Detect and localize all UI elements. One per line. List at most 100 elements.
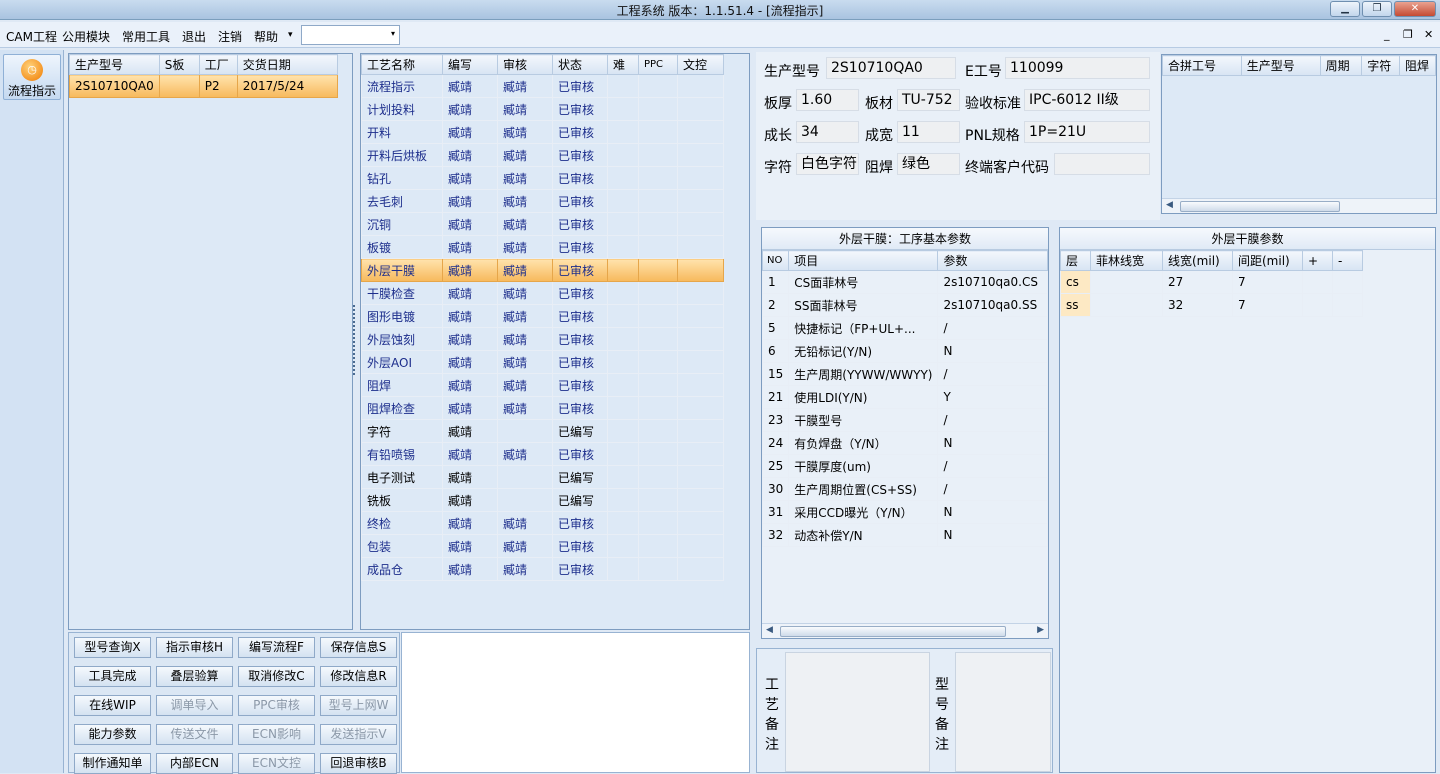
col-film-linewidth[interactable]: 菲林线宽 (1090, 250, 1163, 271)
table-row[interactable]: 6 无铅标记(Y/N) N (761, 339, 1048, 363)
toolbar-button-11[interactable]: 型号上网W (320, 695, 397, 716)
toolbar-button-18[interactable]: ECN文控 (238, 753, 315, 774)
e-number-field[interactable]: 110099 (1005, 57, 1150, 79)
table-row[interactable]: 去毛刺 臧靖 臧靖 已审核 (361, 189, 724, 213)
table-row[interactable]: 外层AOI 臧靖 臧靖 已审核 (361, 350, 724, 374)
table-row[interactable]: cs 27 7 (1060, 270, 1363, 294)
table-row[interactable]: 有铅喷锡 臧靖 臧靖 已审核 (361, 442, 724, 466)
table-row[interactable]: 干膜检查 臧靖 臧靖 已审核 (361, 281, 724, 305)
table-row[interactable]: 2S10710QA0 P2 2017/5/24 (69, 74, 338, 98)
toolbar-button-7[interactable]: 修改信息R (320, 666, 397, 687)
table-row[interactable]: 5 快捷标记（FP+UL+... / (761, 316, 1048, 340)
table-row[interactable]: 铣板 臧靖 已编写 (361, 488, 724, 512)
character-field[interactable]: 白色字符 (796, 153, 859, 175)
toolbar-button-4[interactable]: 工具完成 (74, 666, 151, 687)
toolbar-button-16[interactable]: 制作通知单 (74, 753, 151, 774)
table-row[interactable]: 板镀 臧靖 臧靖 已审核 (361, 235, 724, 259)
menu-help[interactable]: 帮助 (254, 28, 278, 45)
standard-field[interactable]: IPC-6012 II级 (1024, 89, 1150, 111)
table-row[interactable]: 阻焊检查 臧靖 臧靖 已审核 (361, 396, 724, 420)
col-writer[interactable]: 编写 (442, 54, 498, 75)
col-difficulty[interactable]: 难 (607, 54, 639, 75)
process-remark-field[interactable] (785, 652, 930, 772)
table-row[interactable]: 开料 臧靖 臧靖 已审核 (361, 120, 724, 144)
col-reviewer[interactable]: 审核 (497, 54, 553, 75)
toolbar-button-14[interactable]: ECN影响 (238, 724, 315, 745)
col-plus[interactable]: + (1302, 250, 1333, 271)
table-row[interactable]: 15 生产周期(YYWW/WWYY) / (761, 362, 1048, 386)
customer-code-field[interactable] (1054, 153, 1150, 175)
pnl-field[interactable]: 1P=21U (1024, 121, 1150, 143)
scroll-left-icon[interactable]: ◀ (766, 625, 773, 635)
menu-combo[interactable]: ▾ (301, 25, 400, 45)
minimize-button[interactable]: ▁ (1330, 1, 1360, 17)
toolbar-button-8[interactable]: 在线WIP (74, 695, 151, 716)
length-field[interactable]: 34 (796, 121, 859, 143)
mdi-minimize-button[interactable]: _ (1384, 28, 1390, 41)
table-row[interactable]: 2 SS面菲林号 2s10710qa0.SS (761, 293, 1048, 317)
material-field[interactable]: TU-752 (897, 89, 960, 111)
basic-params-hscrollbar[interactable]: ◀ ▶ (762, 623, 1048, 638)
col-merge-cycle[interactable]: 周期 (1319, 55, 1363, 76)
table-row[interactable]: 图形电镀 臧靖 臧靖 已审核 (361, 304, 724, 328)
model-field[interactable]: 2S10710QA0 (826, 57, 956, 79)
table-row[interactable]: 成品仓 臧靖 臧靖 已审核 (361, 557, 724, 581)
col-doc-control[interactable]: 文控 (677, 54, 724, 75)
table-row[interactable]: 钻孔 臧靖 臧靖 已审核 (361, 166, 724, 190)
menu-logout[interactable]: 注销 (218, 28, 242, 45)
process-indicator-nav-button[interactable]: ◷ 流程指示 (3, 54, 61, 100)
menu-exit[interactable]: 退出 (182, 28, 206, 45)
table-row[interactable]: 流程指示 臧靖 臧靖 已审核 (361, 74, 724, 98)
toolbar-button-17[interactable]: 内部ECN (156, 753, 233, 774)
table-row[interactable]: 30 生产周期位置(CS+SS) / (761, 477, 1048, 501)
col-merge-model[interactable]: 生产型号 (1240, 55, 1321, 76)
toolbar-button-10[interactable]: PPC审核 (238, 695, 315, 716)
table-row[interactable]: 字符 臧靖 已编写 (361, 419, 724, 443)
thickness-field[interactable]: 1.60 (796, 89, 859, 111)
table-row[interactable]: 1 CS面菲林号 2s10710qa0.CS (761, 270, 1048, 294)
table-row[interactable]: 终检 臧靖 臧靖 已审核 (361, 511, 724, 535)
table-row[interactable]: 外层蚀刻 臧靖 臧靖 已审核 (361, 327, 724, 351)
col-date[interactable]: 交货日期 (236, 54, 338, 75)
col-process-name[interactable]: 工艺名称 (361, 54, 443, 75)
splitter-handle[interactable] (353, 305, 358, 375)
col-minus[interactable]: - (1332, 250, 1363, 271)
table-row[interactable]: 计划投料 臧靖 臧靖 已审核 (361, 97, 724, 121)
restore-button[interactable]: ❐ (1362, 1, 1392, 17)
scroll-left-icon[interactable]: ◀ (1166, 200, 1173, 210)
col-merge-mask[interactable]: 阻焊 (1399, 55, 1436, 76)
scroll-thumb[interactable] (780, 626, 1006, 637)
col-spacing-mil[interactable]: 间距(mil) (1232, 250, 1303, 271)
mdi-close-button[interactable]: ✕ (1424, 28, 1433, 41)
menu-tools[interactable]: 常用工具 (122, 28, 170, 45)
scroll-thumb[interactable] (1180, 201, 1340, 212)
table-row[interactable]: 23 干膜型号 / (761, 408, 1048, 432)
table-row[interactable]: 31 采用CCD曝光（Y/N） N (761, 500, 1048, 524)
toolbar-button-13[interactable]: 传送文件 (156, 724, 233, 745)
col-merge-char[interactable]: 字符 (1361, 55, 1401, 76)
col-model[interactable]: 生产型号 (69, 54, 160, 75)
toolbar-button-15[interactable]: 发送指示V (320, 724, 397, 745)
toolbar-button-6[interactable]: 取消修改C (238, 666, 315, 687)
table-row[interactable]: 外层干膜 臧靖 臧靖 已审核 (361, 258, 724, 282)
merge-hscrollbar[interactable]: ◀ (1162, 198, 1436, 213)
toolbar-button-12[interactable]: 能力参数 (74, 724, 151, 745)
toolbar-button-0[interactable]: 型号查询X (74, 637, 151, 658)
mdi-restore-button[interactable]: ❐ (1403, 28, 1413, 41)
toolbar-button-5[interactable]: 叠层验算 (156, 666, 233, 687)
col-status[interactable]: 状态 (552, 54, 608, 75)
table-row[interactable]: 电子测试 臧靖 已编写 (361, 465, 724, 489)
toolbar-button-2[interactable]: 编写流程F (238, 637, 315, 658)
width-field[interactable]: 11 (897, 121, 960, 143)
col-ppc[interactable]: PPC (638, 54, 678, 75)
help-dropdown-icon[interactable]: ▾ (288, 30, 293, 40)
table-row[interactable]: 包装 臧靖 臧靖 已审核 (361, 534, 724, 558)
toolbar-button-9[interactable]: 调单导入 (156, 695, 233, 716)
table-row[interactable]: ss 32 7 (1060, 293, 1363, 317)
table-row[interactable]: 24 有负焊盘（Y/N） N (761, 431, 1048, 455)
table-row[interactable]: 32 动态补偿Y/N N (761, 523, 1048, 547)
scroll-right-icon[interactable]: ▶ (1037, 625, 1044, 635)
toolbar-button-3[interactable]: 保存信息S (320, 637, 397, 658)
table-row[interactable]: 21 使用LDI(Y/N) Y (761, 385, 1048, 409)
menu-common-modules[interactable]: 公用模块 (62, 28, 110, 45)
